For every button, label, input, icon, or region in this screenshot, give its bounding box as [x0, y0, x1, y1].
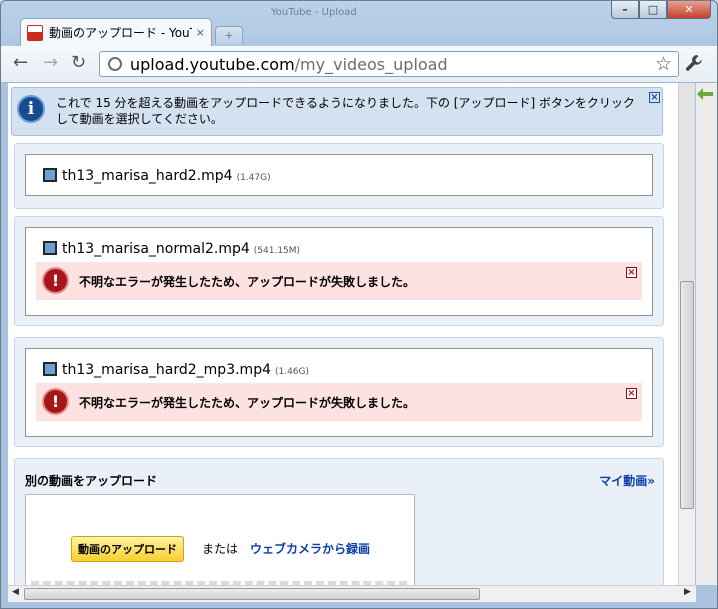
upload-item: th13_marisa_normal2.mp4 (541.15M) ! 不明なエ…: [25, 227, 653, 316]
youtube-favicon-icon: [27, 24, 43, 41]
error-icon: !: [42, 388, 69, 415]
file-row: th13_marisa_hard2_mp3.mp4 (1.46G): [43, 360, 309, 378]
page-content: i これで 15 分を超える動画をアップロードできるようになりました。下の [ア…: [8, 83, 678, 585]
arrow-left-icon: [697, 88, 713, 100]
file-name: th13_marisa_normal2.mp4: [62, 241, 250, 257]
tab-title: 動画のアップロード - YouTube: [49, 26, 192, 40]
error-text: 不明なエラーが発生したため、アップロードが失敗しました。: [79, 275, 416, 289]
scroll-right-icon[interactable]: ▶: [684, 587, 691, 597]
error-message: ! 不明なエラーが発生したため、アップロードが失敗しました。 ×: [36, 262, 642, 300]
wrench-menu-icon[interactable]: [685, 54, 703, 77]
upload-panel: 動画のアップロード または ウェブカメラから録画: [25, 494, 415, 585]
error-icon: !: [42, 267, 69, 294]
film-icon: [43, 168, 57, 182]
upload-group: th13_marisa_hard2.mp4 (1.47G): [14, 143, 664, 209]
file-row: th13_marisa_hard2.mp4 (1.47G): [43, 166, 271, 184]
file-size: (1.46G): [274, 367, 310, 377]
background-tab-title: YouTube - Upload: [271, 7, 357, 18]
webcam-record-link[interactable]: ウェブカメラから録画: [250, 540, 370, 557]
horizontal-scroll-thumb[interactable]: [24, 588, 480, 600]
reload-icon[interactable]: ↻: [71, 54, 86, 72]
side-panel: [696, 83, 717, 585]
scroll-thumb[interactable]: [680, 281, 694, 509]
upload-item: th13_marisa_hard2_mp3.mp4 (1.46G) ! 不明なエ…: [25, 348, 653, 437]
new-tab-button[interactable]: +: [215, 26, 243, 44]
wrench-icon: [685, 55, 702, 71]
background-tab[interactable]: YouTube - Upload: [231, 1, 431, 18]
url-text: upload.youtube.com/my_videos_upload: [130, 55, 448, 74]
another-upload-section: 別の動画をアップロード マイ動画» 動画のアップロード または ウェブカメラから…: [14, 458, 664, 585]
film-icon: [43, 241, 57, 255]
error-message: ! 不明なエラーが発生したため、アップロードが失敗しました。 ×: [36, 383, 642, 421]
section-title: 別の動画をアップロード: [25, 474, 158, 488]
film-icon: [43, 362, 57, 376]
upload-group: th13_marisa_normal2.mp4 (541.15M) ! 不明なエ…: [14, 216, 664, 326]
active-tab[interactable]: 動画のアップロード - YouTube ×: [20, 18, 212, 46]
extension-arrow-icon[interactable]: [696, 87, 714, 105]
file-name: th13_marisa_hard2_mp3.mp4: [62, 362, 271, 378]
info-icon: i: [17, 95, 45, 123]
upload-item: th13_marisa_hard2.mp4 (1.47G): [25, 154, 653, 196]
url-path: /my_videos_upload: [294, 54, 448, 74]
horizontal-scrollbar[interactable]: ◀ ▶: [8, 585, 696, 602]
file-name: th13_marisa_hard2.mp4: [62, 168, 233, 184]
address-bar[interactable]: upload.youtube.com/my_videos_upload ☆: [99, 51, 679, 77]
minimize-button[interactable]: –: [611, 1, 639, 19]
upload-video-button[interactable]: 動画のアップロード: [71, 536, 184, 562]
or-text: または: [202, 542, 239, 556]
scroll-track[interactable]: [679, 83, 695, 281]
bookmark-star-icon[interactable]: ☆: [655, 53, 672, 75]
tab-close-icon[interactable]: ×: [196, 26, 205, 39]
file-row: th13_marisa_normal2.mp4 (541.15M): [43, 239, 300, 257]
forward-icon[interactable]: →: [43, 54, 58, 72]
error-text: 不明なエラーが発生したため、アップロードが失敗しました。: [79, 396, 416, 410]
maximize-button[interactable]: □: [639, 1, 667, 19]
info-notice: i これで 15 分を超える動画をアップロードできるようになりました。下の [ア…: [11, 87, 663, 136]
globe-icon: [108, 57, 122, 71]
file-size: (541.15M): [253, 246, 301, 256]
notice-close-icon[interactable]: ×: [649, 92, 660, 103]
scroll-left-icon[interactable]: ◀: [12, 587, 19, 597]
my-videos-link[interactable]: マイ動画»: [599, 472, 655, 489]
error-close-icon[interactable]: ×: [626, 388, 637, 399]
window-controls: – □ ✕: [611, 1, 711, 19]
notice-text: これで 15 分を超える動画をアップロードできるようになりました。下の [アップ…: [56, 96, 635, 126]
vertical-scrollbar[interactable]: [678, 83, 695, 585]
back-icon[interactable]: ←: [13, 54, 28, 72]
upload-group: th13_marisa_hard2_mp3.mp4 (1.46G) ! 不明なエ…: [14, 337, 664, 447]
error-close-icon[interactable]: ×: [626, 267, 637, 278]
browser-toolbar: ← → ↻ upload.youtube.com/my_videos_uploa…: [1, 46, 717, 83]
browser-window: YouTube - Upload – □ ✕ 動画のアップロード - YouTu…: [0, 0, 718, 609]
file-size: (1.47G): [236, 173, 271, 183]
close-window-button[interactable]: ✕: [667, 1, 711, 19]
url-host: upload.youtube.com: [130, 54, 295, 74]
